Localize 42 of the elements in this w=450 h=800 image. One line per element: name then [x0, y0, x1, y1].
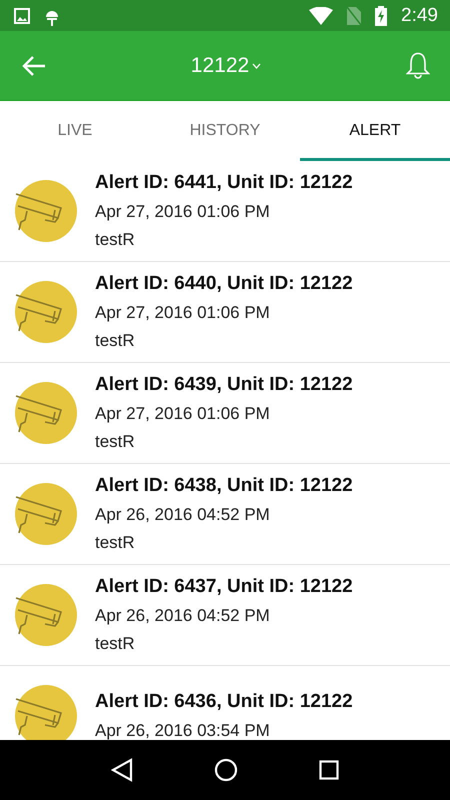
tab[interactable]: ALERT	[300, 101, 450, 161]
alert-item[interactable]: Alert ID: 6441, Unit ID: 12122 Apr 27, 2016 01:06 PM testR	[0, 161, 450, 262]
home-nav-icon[interactable]	[214, 758, 238, 782]
camera-icon	[15, 685, 77, 740]
back-arrow-icon	[22, 54, 46, 76]
image-icon	[14, 8, 30, 24]
alert-note: testR	[95, 230, 136, 250]
alert-title: Alert ID: 6441, Unit ID: 12122	[95, 172, 353, 194]
alert-note: testR	[95, 331, 136, 351]
alert-date: Apr 26, 2016 03:54 PM	[95, 721, 271, 740]
alert-note: testR	[95, 432, 136, 452]
camera-icon	[15, 382, 77, 444]
alert-note: testR	[95, 533, 136, 553]
tab[interactable]: LIVE	[0, 101, 150, 161]
chevron-down-icon	[252, 62, 262, 68]
alert-title: Alert ID: 6438, Unit ID: 12122	[95, 475, 353, 497]
battery-charging-icon	[375, 6, 388, 26]
alert-item[interactable]: Alert ID: 6437, Unit ID: 12122 Apr 26, 2016 04:52 PM testR	[0, 565, 450, 666]
alert-title: Alert ID: 6436, Unit ID: 12122	[95, 691, 353, 713]
alert-date: Apr 27, 2016 01:06 PM	[95, 202, 271, 222]
back-nav-icon[interactable]	[110, 758, 133, 782]
alert-date: Apr 27, 2016 01:06 PM	[95, 404, 271, 424]
alert-item[interactable]: Alert ID: 6439, Unit ID: 12122 Apr 27, 2016 01:06 PM testR	[0, 363, 450, 464]
camera-icon	[15, 483, 77, 545]
alert-note: testR	[95, 634, 136, 654]
alert-title: Alert ID: 6440, Unit ID: 12122	[95, 273, 353, 295]
camera-icon	[15, 180, 77, 242]
alert-title: Alert ID: 6439, Unit ID: 12122	[95, 374, 353, 396]
no-sim-icon	[347, 6, 362, 24]
alert-item[interactable]: Alert ID: 6440, Unit ID: 12122 Apr 27, 2016 01:06 PM testR	[0, 262, 450, 363]
tab[interactable]: HISTORY	[150, 101, 300, 161]
camera-icon	[15, 281, 77, 343]
alert-date: Apr 26, 2016 04:52 PM	[95, 505, 271, 525]
bell-icon	[406, 52, 430, 79]
alert-date: Apr 27, 2016 01:06 PM	[95, 303, 271, 323]
recents-nav-icon[interactable]	[319, 760, 340, 780]
alert-item[interactable]: Alert ID: 6438, Unit ID: 12122 Apr 26, 2016 04:52 PM testR	[0, 464, 450, 565]
clock-time: 2:49	[401, 4, 438, 26]
alert-date: Apr 26, 2016 04:52 PM	[95, 606, 271, 626]
camera-icon	[15, 584, 77, 646]
alert-title: Alert ID: 6437, Unit ID: 12122	[95, 576, 353, 598]
wifi-icon	[309, 6, 334, 24]
